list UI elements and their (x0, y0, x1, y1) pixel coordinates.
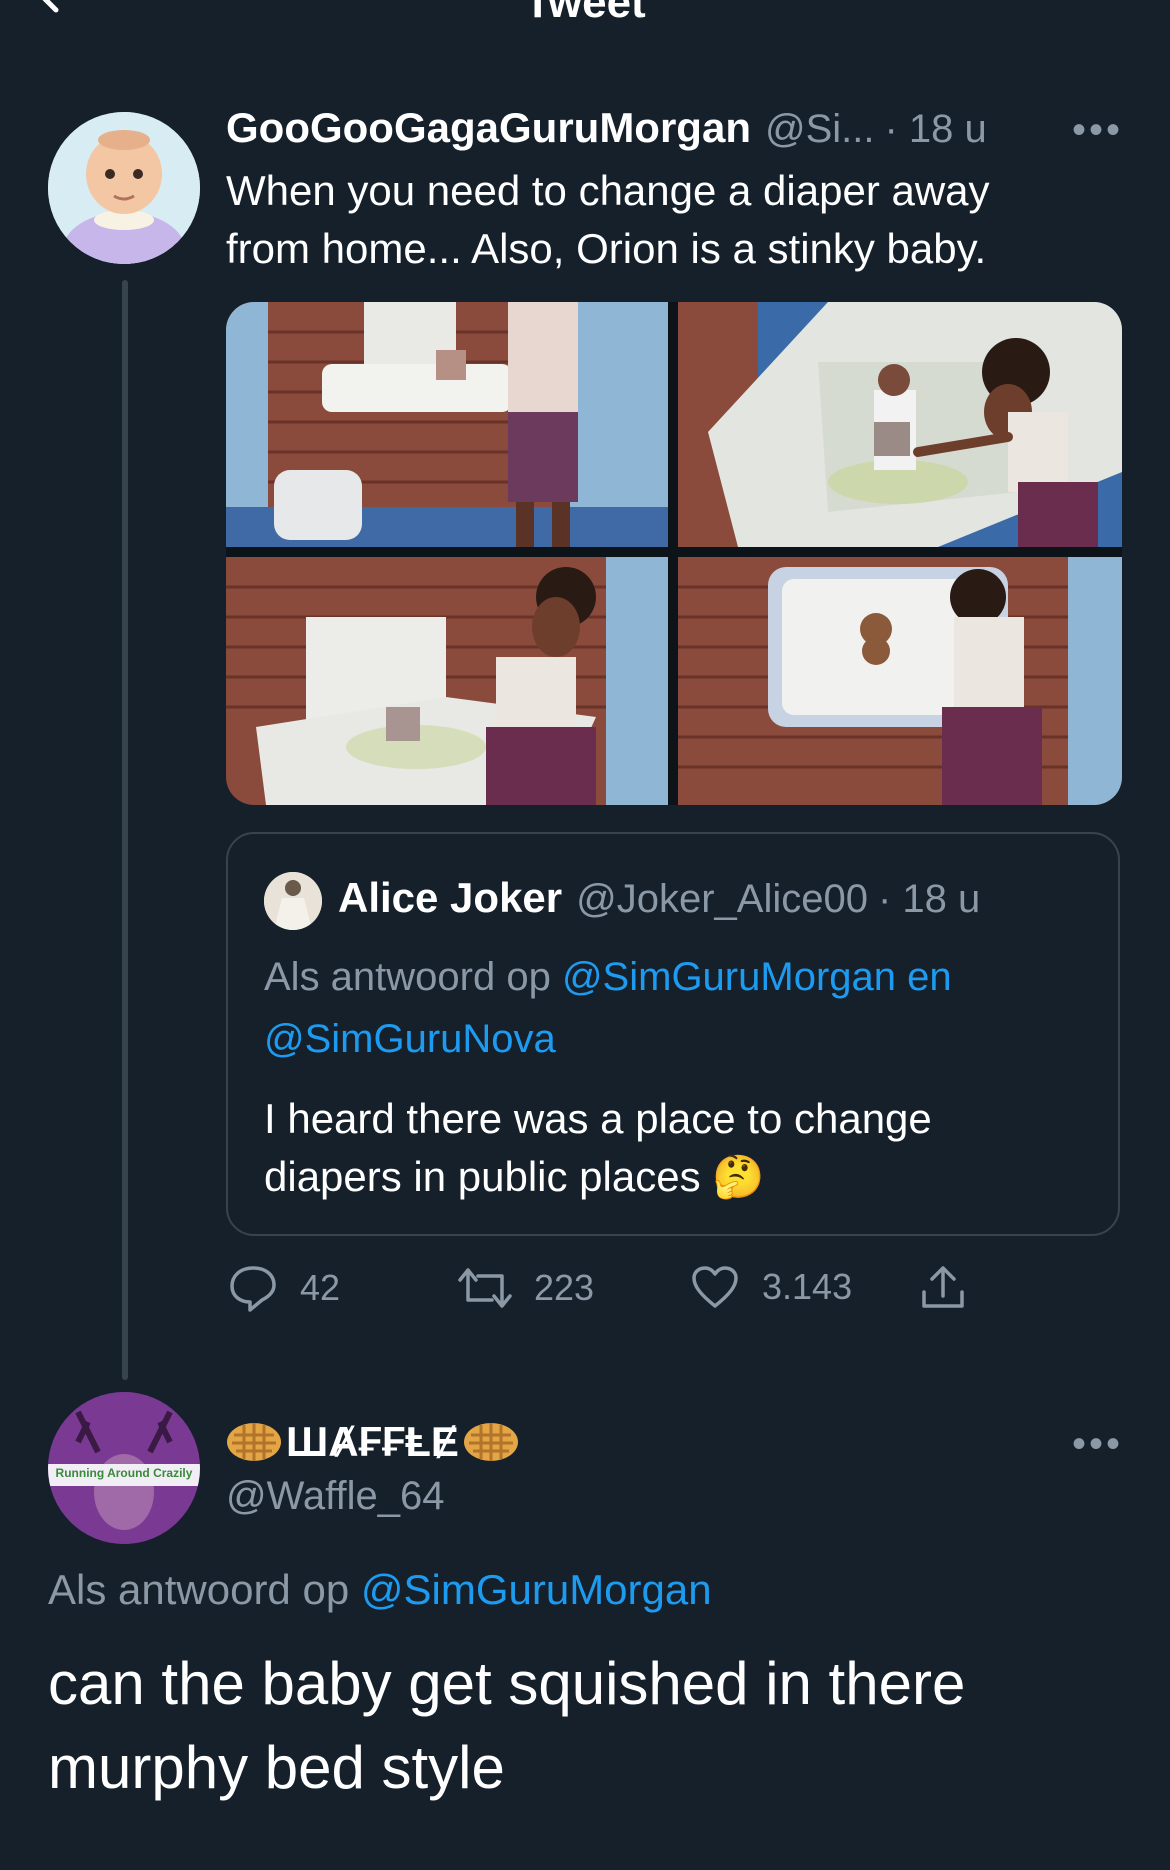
thread-line (122, 280, 128, 1380)
thinking-emoji-icon: 🤔 (712, 1153, 765, 1200)
share-icon (922, 1266, 964, 1308)
author-name[interactable]: GooGooGagaGuruMorgan (226, 104, 751, 152)
more-options-icon[interactable]: ••• (1072, 108, 1123, 153)
reply-author-name[interactable]: ШȺ₣₣ⱠɆ (226, 1418, 519, 1466)
quote-text-line: I heard there was a place to change (264, 1095, 932, 1142)
like-button[interactable]: 3.143 (690, 1264, 852, 1310)
reply-author-handle[interactable]: @Waffle_64 (226, 1474, 445, 1519)
reply-text: can the baby get squished in there murph… (48, 1642, 965, 1810)
quote-avatar-image (264, 872, 322, 930)
mention-link[interactable]: @SimGuruMorgan (361, 1566, 712, 1613)
page-title: Tweet (524, 0, 646, 27)
retweet-icon (458, 1268, 512, 1308)
reply-avatar[interactable]: Running Around Crazily (48, 1392, 200, 1544)
tweet-text-line: from home... Also, Orion is a stinky bab… (226, 225, 987, 272)
quoted-tweet[interactable]: Alice Joker @Joker_Alice00 · 18 u Als an… (226, 832, 1120, 1236)
reply-count: 42 (300, 1267, 341, 1308)
reply-prefix: Als antwoord op (48, 1566, 361, 1613)
quote-time: · 18 u (878, 877, 981, 921)
mention-link[interactable]: @SimGuruMorgan en (562, 955, 952, 999)
reply-context: Als antwoord op @SimGuruMorgan (48, 1566, 712, 1614)
reply-prefix: Als antwoord op (264, 955, 562, 999)
reply-text-line: can the baby get squished in there (48, 1650, 966, 1717)
more-options-icon[interactable]: ••• (1072, 1422, 1123, 1467)
tweet-time[interactable]: · 18 u (885, 107, 987, 152)
baby-avatar-image (48, 112, 200, 264)
quote-text-line: diapers in public places (264, 1153, 701, 1200)
retweet-count: 223 (534, 1267, 595, 1308)
heart-icon (692, 1266, 738, 1308)
avatar-banner-text: Running Around Crazily (55, 1466, 193, 1480)
reply-icon (230, 1266, 276, 1312)
reply-text-line: murphy bed style (48, 1734, 505, 1801)
retweet-button[interactable]: 223 (458, 1264, 594, 1312)
tweet-text: When you need to change a diaper away fr… (226, 162, 990, 278)
share-button[interactable] (918, 1264, 990, 1312)
reply-author-display: ШȺ₣₣ⱠɆ (286, 1418, 459, 1465)
quote-author-name[interactable]: Alice Joker (338, 874, 562, 922)
media-image-4[interactable] (678, 557, 1122, 805)
media-image-3[interactable] (226, 557, 668, 805)
waffle-icon (226, 1421, 282, 1463)
like-count: 3.143 (762, 1266, 853, 1307)
media-grid[interactable] (226, 302, 1122, 805)
quote-reply-context: Als antwoord op @SimGuruMorgan en @SimGu… (264, 946, 952, 1070)
quote-text: I heard there was a place to change diap… (264, 1090, 932, 1206)
author-handle[interactable]: @Si... (765, 107, 875, 152)
media-image-2[interactable] (678, 302, 1122, 547)
waffle-icon (463, 1421, 519, 1463)
tweet-text-line: When you need to change a diaper away (226, 167, 990, 214)
reply-button[interactable]: 42 (228, 1264, 340, 1312)
media-image-1[interactable] (226, 302, 668, 547)
avatar[interactable] (48, 112, 200, 264)
quote-author-handle[interactable]: @Joker_Alice00 (576, 877, 868, 922)
mention-link[interactable]: @SimGuruNova (264, 1017, 556, 1061)
quote-avatar[interactable] (264, 872, 322, 930)
